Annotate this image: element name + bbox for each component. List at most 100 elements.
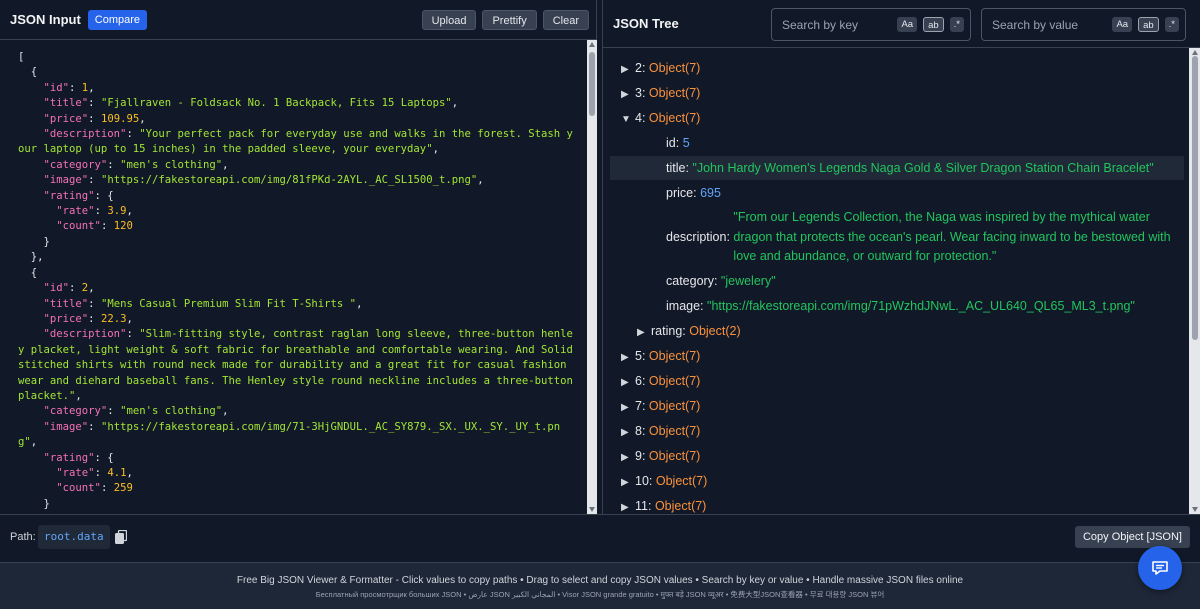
- tree-number-value[interactable]: 5: [683, 136, 690, 150]
- code-token: :: [107, 158, 121, 171]
- upload-button[interactable]: Upload: [421, 10, 477, 30]
- tree-row[interactable]: ▼ 4: Object(7): [603, 106, 700, 130]
- tree-string-value[interactable]: "John Hardy Women's Legends Naga Gold & …: [692, 161, 1153, 175]
- tree-object-value[interactable]: Object(7): [649, 111, 700, 125]
- tree-row[interactable]: ▶ 8: Object(7): [603, 419, 700, 443]
- scrollbar-thumb[interactable]: [589, 52, 595, 116]
- match-case-toggle[interactable]: Aa: [897, 17, 918, 32]
- tree-row[interactable]: ▶ 9: Object(7): [603, 444, 700, 468]
- tree-key: description:: [666, 230, 730, 244]
- code-token: "count": [56, 482, 101, 495]
- expand-triangle-icon[interactable]: ▶: [621, 446, 635, 470]
- tree-row[interactable]: ▶ 5: Object(7): [603, 344, 700, 368]
- tree-object-value[interactable]: Object(7): [649, 399, 700, 413]
- code-line: "count": 120: [18, 219, 578, 234]
- copy-object-button[interactable]: Copy Object [JSON]: [1074, 526, 1190, 548]
- tree-number-value[interactable]: 695: [700, 186, 721, 200]
- path-bar: Path: root.data Copy Object [JSON]: [0, 514, 1200, 562]
- tree-row[interactable]: price: 695: [603, 181, 721, 205]
- code-token: :: [107, 405, 121, 418]
- code-token: 3.9: [107, 205, 127, 218]
- code-token: 4.1: [107, 466, 127, 479]
- tree-string-value[interactable]: "From our Legends Collection, the Naga w…: [733, 208, 1183, 267]
- expand-triangle-icon[interactable]: ▶: [621, 471, 635, 495]
- tree-key: 4:: [635, 111, 646, 125]
- expand-triangle-icon[interactable]: ▶: [621, 396, 635, 420]
- tree-object-value[interactable]: Object(7): [649, 61, 700, 75]
- expand-triangle-icon[interactable]: ▶: [621, 421, 635, 445]
- whole-word-toggle[interactable]: ab: [1138, 17, 1159, 32]
- tree-string-value[interactable]: "https://fakestoreapi.com/img/71pWzhdJNw…: [707, 299, 1135, 313]
- code-token: ,: [126, 205, 133, 218]
- scroll-down-arrow-icon[interactable]: [1192, 507, 1198, 512]
- tree-key: 6:: [635, 374, 646, 388]
- tree-row[interactable]: ▶ 3: Object(7): [603, 81, 700, 105]
- code-line: },: [18, 250, 578, 265]
- tree-key: 10:: [635, 474, 653, 488]
- tree-row[interactable]: description: "From our Legends Collectio…: [603, 206, 1183, 268]
- code-line: "image": "https://fakestoreapi.com/img/8…: [18, 173, 578, 188]
- tree-row[interactable]: id: 5: [603, 131, 690, 155]
- json-editor[interactable]: [ { "id": 1, "title": "Fjallraven - Fold…: [0, 44, 586, 514]
- regex-toggle[interactable]: .*: [1164, 17, 1179, 32]
- tree-row[interactable]: ▶ 6: Object(7): [603, 369, 700, 393]
- tree-object-value[interactable]: Object(2): [689, 324, 740, 338]
- code-token: ,: [139, 112, 146, 125]
- tree-object-value[interactable]: Object(7): [649, 374, 700, 388]
- tree-row[interactable]: ▶ 2: Object(7): [603, 56, 700, 80]
- tree-row[interactable]: ▶ rating: Object(2): [603, 319, 741, 343]
- tree-row[interactable]: ▶ 7: Object(7): [603, 394, 700, 418]
- tree-key: 3:: [635, 86, 646, 100]
- copy-icon[interactable]: [115, 530, 127, 544]
- tree-row[interactable]: category: "jewelery": [603, 269, 776, 293]
- expand-triangle-icon[interactable]: ▶: [621, 58, 635, 82]
- tree-scrollbar[interactable]: [1189, 48, 1200, 514]
- expand-triangle-icon[interactable]: ▶: [637, 321, 651, 345]
- scrollbar-thumb[interactable]: [1192, 56, 1198, 340]
- code-line: "category": "men's clothing",: [18, 404, 578, 419]
- search-key-placeholder: Search by key: [782, 17, 859, 32]
- tree-row[interactable]: ▶ 11: Object(7): [603, 494, 706, 514]
- json-tree-title: JSON Tree: [613, 16, 679, 31]
- scroll-up-arrow-icon[interactable]: [1192, 50, 1198, 55]
- scroll-down-arrow-icon[interactable]: [589, 507, 595, 512]
- expand-triangle-icon[interactable]: ▶: [621, 346, 635, 370]
- tree-object-value[interactable]: Object(7): [655, 499, 706, 513]
- search-by-key-input[interactable]: Search by key Aa ab .*: [771, 8, 971, 41]
- tree-object-value[interactable]: Object(7): [649, 349, 700, 363]
- tree-row[interactable]: image: "https://fakestoreapi.com/img/71p…: [603, 294, 1135, 318]
- editor-scrollbar[interactable]: [587, 40, 597, 514]
- code-line: "title": "Mens Casual Premium Slim Fit T…: [18, 297, 578, 312]
- collapse-triangle-icon[interactable]: ▼: [621, 108, 635, 132]
- whole-word-toggle[interactable]: ab: [923, 17, 944, 32]
- json-tree-view: ▶ 2: Object(7) ▶ 3: Object(7) ▼ 4: Object(7) i…: [603, 56, 1189, 514]
- clear-button[interactable]: Clear: [542, 10, 589, 30]
- tree-row[interactable]: ▶ 10: Object(7): [603, 469, 707, 493]
- tree-string-value[interactable]: "jewelery": [721, 274, 776, 288]
- tree-row[interactable]: title: "John Hardy Women's Legends Naga …: [610, 156, 1184, 180]
- expand-triangle-icon[interactable]: ▶: [621, 371, 635, 395]
- chat-button[interactable]: [1138, 546, 1182, 590]
- prettify-button[interactable]: Prettify: [482, 10, 537, 30]
- path-value[interactable]: root.data: [38, 525, 110, 549]
- code-token: :: [100, 482, 114, 495]
- match-case-toggle[interactable]: Aa: [1112, 17, 1133, 32]
- regex-toggle[interactable]: .*: [949, 17, 964, 32]
- code-token: "count": [56, 220, 101, 233]
- expand-triangle-icon[interactable]: ▶: [621, 496, 635, 514]
- scroll-up-arrow-icon[interactable]: [589, 42, 595, 47]
- code-line: "price": 22.3,: [18, 312, 578, 327]
- search-value-placeholder: Search by value: [992, 17, 1079, 32]
- tree-object-value[interactable]: Object(7): [649, 449, 700, 463]
- compare-button[interactable]: Compare: [87, 9, 148, 30]
- tree-object-value[interactable]: Object(7): [649, 424, 700, 438]
- json-input-header: JSON Input Compare Upload Prettify Clear: [0, 0, 597, 40]
- search-by-value-input[interactable]: Search by value Aa ab .*: [981, 8, 1186, 41]
- expand-triangle-icon[interactable]: ▶: [621, 83, 635, 107]
- tree-object-value[interactable]: Object(7): [656, 474, 707, 488]
- tree-object-value[interactable]: Object(7): [649, 86, 700, 100]
- code-token: ,: [432, 143, 439, 156]
